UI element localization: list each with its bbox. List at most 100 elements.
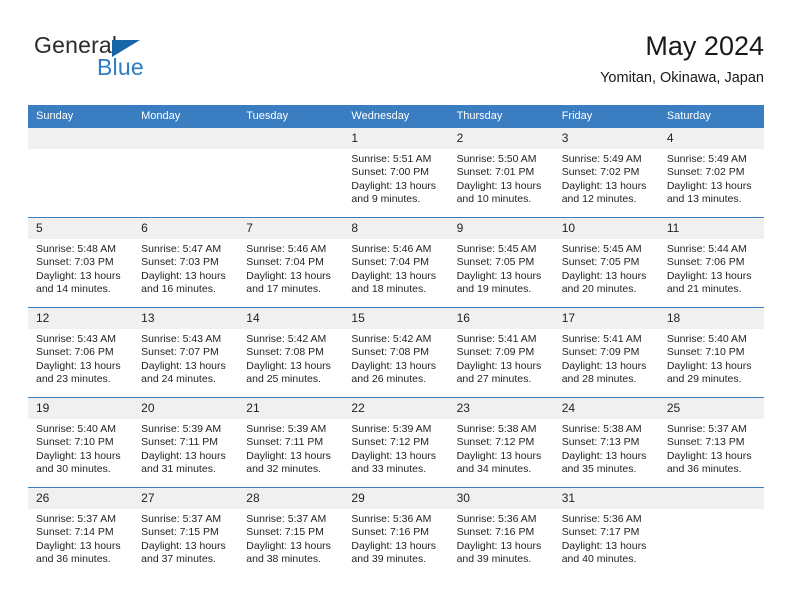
day-daylight-line: and 29 minutes.: [666, 372, 742, 385]
day-sunset-line: Sunset: 7:11 PM: [246, 436, 324, 449]
calendar-day-cell[interactable]: 26 Sunrise: 5:37 AM Sunset: 7:14 PM Dayligh…: [28, 487, 134, 577]
day-number: 24: [553, 398, 659, 419]
calendar-day-cell[interactable]: 22 Sunrise: 5:39 AM Sunset: 7:12 PM Dayligh…: [343, 397, 449, 488]
day-sunset-line: Sunset: 7:13 PM: [561, 436, 640, 449]
calendar-day-cell[interactable]: 21 Sunrise: 5:39 AM Sunset: 7:11 PM Dayligh…: [238, 397, 344, 488]
calendar-day-cell[interactable]: 14 Sunrise: 5:42 AM Sunset: 7:08 PM Dayligh…: [238, 307, 344, 398]
day-cell-inner: 18 Sunrise: 5:40 AM Sunset: 7:10 PM Dayligh…: [658, 308, 764, 397]
calendar-day-cell[interactable]: 24 Sunrise: 5:38 AM Sunset: 7:13 PM Dayligh…: [553, 397, 659, 488]
day-daylight-line: Daylight: 13 hours: [666, 179, 752, 192]
calendar-day-cell[interactable]: 8 Sunrise: 5:46 AM Sunset: 7:04 PM Daylight…: [343, 217, 449, 308]
day-cell-inner: 30 Sunrise: 5:36 AM Sunset: 7:16 PM Dayligh…: [448, 488, 554, 577]
calendar-day-cell[interactable]: 15 Sunrise: 5:42 AM Sunset: 7:08 PM Dayligh…: [343, 307, 449, 398]
day-sunrise-line: Sunrise: 5:42 AM: [351, 333, 432, 345]
calendar-day-cell[interactable]: 4 Sunrise: 5:49 AM Sunset: 7:02 PM Daylight…: [658, 127, 764, 218]
day-sunset-line: Sunset: 7:16 PM: [351, 526, 430, 539]
day-sunset-line: Sunset: 7:13 PM: [666, 436, 745, 449]
day-daylight-line: Daylight: 13 hours: [666, 449, 752, 462]
day-number: [238, 128, 344, 149]
day-daylight-line: Daylight: 13 hours: [36, 539, 121, 552]
day-daylight-line: and 13 minutes.: [666, 192, 742, 205]
day-number: 31: [553, 488, 659, 509]
calendar-day-cell[interactable]: 18 Sunrise: 5:40 AM Sunset: 7:10 PM Dayligh…: [658, 307, 764, 398]
day-cell-details: Sunrise: 5:49 AM Sunset: 7:02 PM Daylight:…: [659, 149, 764, 206]
calendar-day-cell[interactable]: 2 Sunrise: 5:50 AM Sunset: 7:01 PM Daylight…: [448, 127, 554, 218]
day-number: 26: [28, 488, 134, 509]
title-block: May 2024 Yomitan, Okinawa, Japan: [600, 30, 764, 88]
calendar-day-cell[interactable]: 16 Sunrise: 5:41 AM Sunset: 7:09 PM Dayligh…: [448, 307, 554, 398]
day-sunrise-line: Sunrise: 5:38 AM: [456, 423, 537, 435]
day-daylight-line: and 10 minutes.: [456, 192, 532, 205]
calendar-day-cell[interactable]: 29 Sunrise: 5:36 AM Sunset: 7:16 PM Dayligh…: [343, 487, 449, 577]
calendar-day-cell[interactable]: 31 Sunrise: 5:36 AM Sunset: 7:17 PM Dayligh…: [553, 487, 659, 577]
day-cell-details: Sunrise: 5:42 AM Sunset: 7:08 PM Daylight:…: [343, 329, 448, 386]
day-number: 29: [343, 488, 449, 509]
logo-text-blue: Blue: [97, 54, 144, 80]
calendar-day-cell[interactable]: 1 Sunrise: 5:51 AM Sunset: 7:00 PM Daylight…: [343, 127, 449, 218]
calendar-day-cell[interactable]: 13 Sunrise: 5:43 AM Sunset: 7:07 PM Dayligh…: [133, 307, 239, 398]
day-daylight-line: and 30 minutes.: [36, 462, 111, 475]
day-number: [133, 128, 239, 149]
day-daylight-line: Daylight: 13 hours: [561, 179, 647, 192]
day-cell-inner: 24 Sunrise: 5:38 AM Sunset: 7:13 PM Dayligh…: [553, 398, 659, 487]
calendar-day-cell-empty: [238, 127, 344, 218]
calendar-day-cell[interactable]: 30 Sunrise: 5:36 AM Sunset: 7:16 PM Dayligh…: [448, 487, 554, 577]
calendar-day-cell[interactable]: 10 Sunrise: 5:45 AM Sunset: 7:05 PM Dayligh…: [553, 217, 659, 308]
calendar-day-cell-empty: [658, 487, 764, 577]
day-cell-details: Sunrise: 5:45 AM Sunset: 7:05 PM Daylight:…: [554, 239, 659, 296]
day-sunrise-line: Sunrise: 5:37 AM: [141, 513, 222, 525]
day-cell-details: Sunrise: 5:39 AM Sunset: 7:11 PM Daylight:…: [133, 419, 238, 476]
page-title: May 2024: [645, 31, 764, 61]
calendar-day-cell[interactable]: 5 Sunrise: 5:48 AM Sunset: 7:03 PM Daylight…: [28, 217, 134, 308]
day-daylight-line: and 37 minutes.: [141, 552, 216, 565]
day-cell-details: Sunrise: 5:38 AM Sunset: 7:12 PM Daylight:…: [449, 419, 554, 476]
calendar-page: General Blue May 2024 Yomitan, Okinawa, …: [0, 0, 792, 612]
day-number: 6: [133, 218, 239, 239]
calendar-day-cell[interactable]: 25 Sunrise: 5:37 AM Sunset: 7:13 PM Dayligh…: [658, 397, 764, 488]
day-daylight-line: and 39 minutes.: [456, 552, 532, 565]
day-sunset-line: Sunset: 7:02 PM: [666, 166, 745, 179]
day-sunset-line: Sunset: 7:06 PM: [36, 346, 114, 359]
day-cell-details: Sunrise: 5:45 AM Sunset: 7:05 PM Daylight:…: [449, 239, 554, 296]
weekday-header-wednesday: Wednesday: [343, 105, 449, 128]
day-cell-details: Sunrise: 5:36 AM Sunset: 7:16 PM Daylight:…: [343, 509, 448, 566]
calendar-day-cell[interactable]: 20 Sunrise: 5:39 AM Sunset: 7:11 PM Dayligh…: [133, 397, 239, 488]
day-daylight-line: and 25 minutes.: [246, 372, 321, 385]
day-cell-inner: [238, 128, 344, 217]
day-sunrise-line: Sunrise: 5:39 AM: [351, 423, 432, 435]
calendar-day-cell[interactable]: 17 Sunrise: 5:41 AM Sunset: 7:09 PM Dayligh…: [553, 307, 659, 398]
general-blue-logo[interactable]: General Blue: [34, 32, 274, 92]
calendar-day-cell[interactable]: 11 Sunrise: 5:44 AM Sunset: 7:06 PM Dayligh…: [658, 217, 764, 308]
day-sunrise-line: Sunrise: 5:47 AM: [141, 243, 222, 255]
day-daylight-line: and 18 minutes.: [351, 282, 427, 295]
calendar-day-cell[interactable]: 27 Sunrise: 5:37 AM Sunset: 7:15 PM Dayligh…: [133, 487, 239, 577]
day-daylight-line: and 31 minutes.: [141, 462, 216, 475]
day-daylight-line: Daylight: 13 hours: [561, 269, 647, 282]
calendar-day-cell[interactable]: 19 Sunrise: 5:40 AM Sunset: 7:10 PM Dayligh…: [28, 397, 134, 488]
calendar-day-cell[interactable]: 6 Sunrise: 5:47 AM Sunset: 7:03 PM Daylight…: [133, 217, 239, 308]
calendar-day-cell[interactable]: 28 Sunrise: 5:37 AM Sunset: 7:15 PM Dayligh…: [238, 487, 344, 577]
day-cell-inner: 5 Sunrise: 5:48 AM Sunset: 7:03 PM Daylight…: [28, 218, 134, 307]
day-sunset-line: Sunset: 7:05 PM: [561, 256, 640, 269]
calendar-day-cell[interactable]: 23 Sunrise: 5:38 AM Sunset: 7:12 PM Dayligh…: [448, 397, 554, 488]
calendar-day-cell[interactable]: 7 Sunrise: 5:46 AM Sunset: 7:04 PM Daylight…: [238, 217, 344, 308]
day-number: 17: [553, 308, 659, 329]
day-sunrise-line: Sunrise: 5:50 AM: [456, 153, 537, 165]
calendar-day-cell[interactable]: 12 Sunrise: 5:43 AM Sunset: 7:06 PM Dayligh…: [28, 307, 134, 398]
calendar-week-row: 19 Sunrise: 5:40 AM Sunset: 7:10 PM Dayligh…: [28, 397, 764, 488]
day-sunrise-line: Sunrise: 5:42 AM: [246, 333, 327, 345]
day-sunset-line: Sunset: 7:15 PM: [141, 526, 219, 539]
day-cell-details: Sunrise: 5:37 AM Sunset: 7:15 PM Daylight:…: [238, 509, 343, 566]
day-daylight-line: and 20 minutes.: [561, 282, 637, 295]
day-number: 16: [448, 308, 554, 329]
calendar-day-cell[interactable]: 3 Sunrise: 5:49 AM Sunset: 7:02 PM Daylight…: [553, 127, 659, 218]
weekday-header-row: Sunday Monday Tuesday Wednesday Thursday…: [28, 105, 764, 128]
day-cell-inner: 14 Sunrise: 5:42 AM Sunset: 7:08 PM Dayligh…: [238, 308, 344, 397]
day-daylight-line: and 36 minutes.: [36, 552, 111, 565]
day-daylight-line: Daylight: 13 hours: [561, 539, 647, 552]
day-sunrise-line: Sunrise: 5:38 AM: [561, 423, 642, 435]
day-cell-inner: 25 Sunrise: 5:37 AM Sunset: 7:13 PM Dayligh…: [658, 398, 764, 487]
day-sunrise-line: Sunrise: 5:48 AM: [36, 243, 116, 255]
day-cell-inner: 19 Sunrise: 5:40 AM Sunset: 7:10 PM Dayligh…: [28, 398, 134, 487]
calendar-day-cell[interactable]: 9 Sunrise: 5:45 AM Sunset: 7:05 PM Daylight…: [448, 217, 554, 308]
